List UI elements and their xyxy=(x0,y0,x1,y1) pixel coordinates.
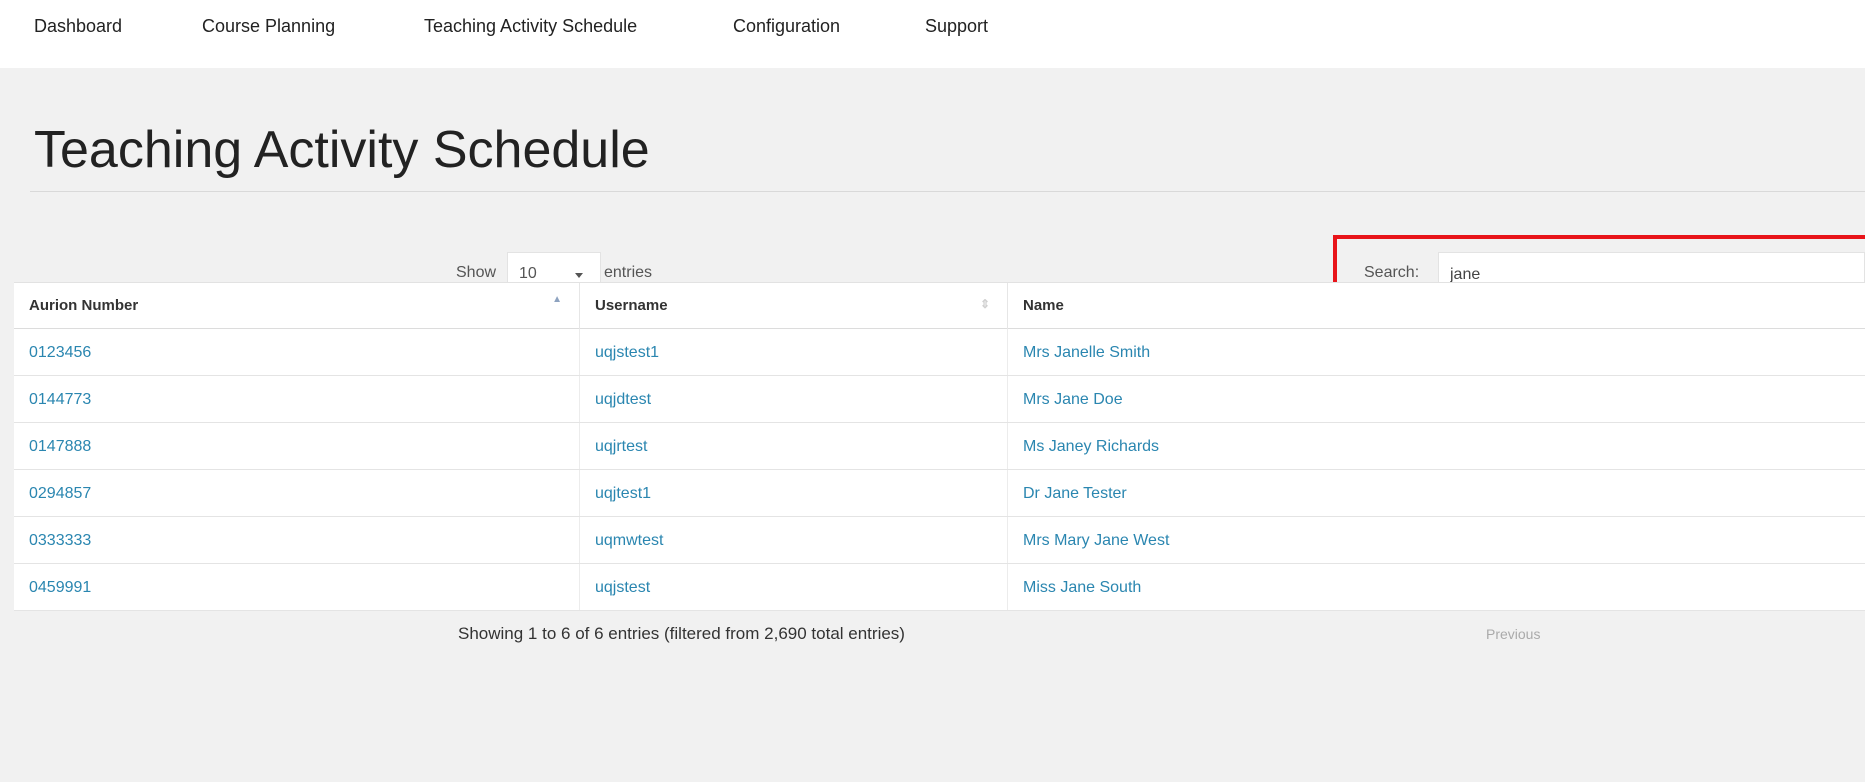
sort-both-icon: ⇕ xyxy=(979,297,990,311)
table-row: 0459991 uqjstest Miss Jane South xyxy=(14,564,1865,611)
previous-page-button[interactable]: Previous xyxy=(1486,626,1540,642)
table-row: 0333333 uqmwtest Mrs Mary Jane West xyxy=(14,517,1865,564)
cell-aurion-number[interactable]: 0459991 xyxy=(14,564,580,610)
table-row: 0123456 uqjstest1 Mrs Janelle Smith xyxy=(14,329,1865,376)
nav-configuration[interactable]: Configuration xyxy=(733,16,840,37)
cell-name[interactable]: Mrs Mary Jane West xyxy=(1008,517,1865,563)
cell-aurion-number[interactable]: 0147888 xyxy=(14,423,580,469)
column-header-aurion-number[interactable]: Aurion Number ▲ xyxy=(14,283,580,329)
show-label: Show xyxy=(456,264,497,281)
cell-name[interactable]: Mrs Jane Doe xyxy=(1008,376,1865,422)
cell-aurion-number[interactable]: 0294857 xyxy=(14,470,580,516)
cell-name[interactable]: Dr Jane Tester xyxy=(1008,470,1865,516)
cell-aurion-number[interactable]: 0144773 xyxy=(14,376,580,422)
cell-username[interactable]: uqjstest1 xyxy=(580,329,1008,375)
nav-dashboard[interactable]: Dashboard xyxy=(34,16,122,37)
cell-username[interactable]: uqjstest xyxy=(580,564,1008,610)
cell-name[interactable]: Miss Jane South xyxy=(1008,564,1865,610)
entries-per-page-value: 10 xyxy=(519,265,537,282)
nav-course-planning[interactable]: Course Planning xyxy=(202,16,335,37)
cell-username[interactable]: uqjrtest xyxy=(580,423,1008,469)
top-navigation: Dashboard Course Planning Teaching Activ… xyxy=(0,0,1865,68)
cell-name[interactable]: Mrs Janelle Smith xyxy=(1008,329,1865,375)
table-row: 0294857 uqjtest1 Dr Jane Tester xyxy=(14,470,1865,517)
page-title: Teaching Activity Schedule xyxy=(34,121,650,179)
table-row: 0147888 uqjrtest Ms Janey Richards xyxy=(14,423,1865,470)
nav-support[interactable]: Support xyxy=(925,16,988,37)
column-label: Username xyxy=(595,297,668,314)
cell-name[interactable]: Ms Janey Richards xyxy=(1008,423,1865,469)
column-label: Aurion Number xyxy=(29,297,139,314)
search-label: Search: xyxy=(1364,264,1420,281)
nav-teaching-activity-schedule[interactable]: Teaching Activity Schedule xyxy=(424,16,637,37)
table-info: Showing 1 to 6 of 6 entries (filtered fr… xyxy=(458,624,905,643)
column-header-username[interactable]: Username ⇕ xyxy=(580,283,1008,329)
column-header-name[interactable]: Name xyxy=(1008,283,1865,329)
title-divider xyxy=(30,191,1865,192)
sort-ascending-icon: ▲ xyxy=(552,294,562,305)
table-header: Aurion Number ▲ Username ⇕ Name xyxy=(14,282,1865,329)
cell-username[interactable]: uqjtest1 xyxy=(580,470,1008,516)
entries-label: entries xyxy=(604,264,653,281)
cell-aurion-number[interactable]: 0333333 xyxy=(14,517,580,563)
chevron-down-icon xyxy=(575,273,583,278)
table-row: 0144773 uqjdtest Mrs Jane Doe xyxy=(14,376,1865,423)
cell-aurion-number[interactable]: 0123456 xyxy=(14,329,580,375)
column-label: Name xyxy=(1023,297,1064,314)
cell-username[interactable]: uqmwtest xyxy=(580,517,1008,563)
cell-username[interactable]: uqjdtest xyxy=(580,376,1008,422)
